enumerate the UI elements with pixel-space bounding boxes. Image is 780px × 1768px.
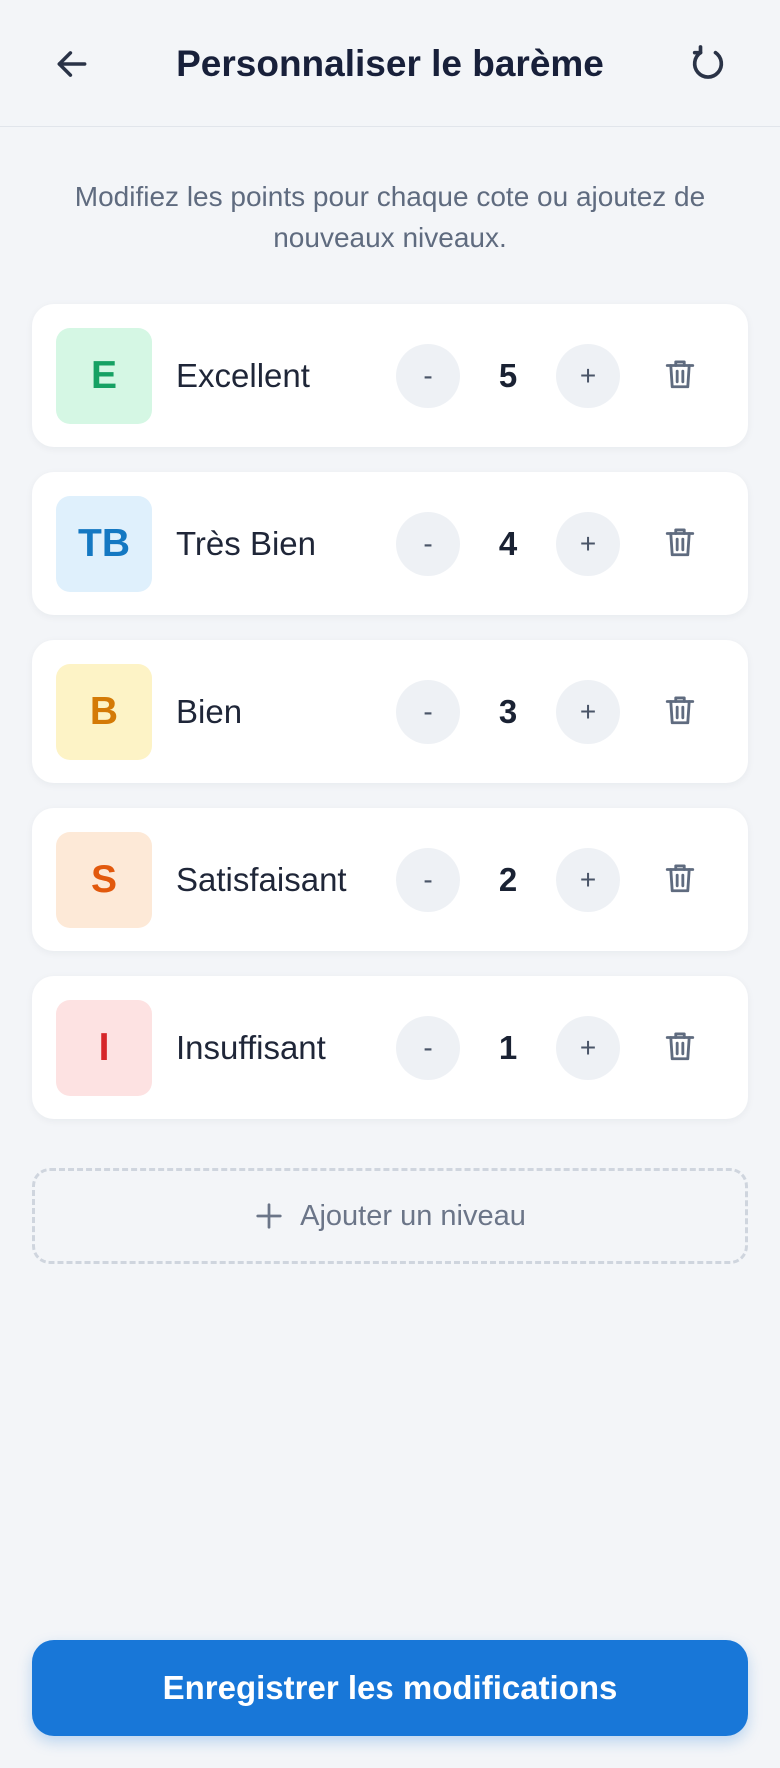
level-badge: S <box>56 832 152 928</box>
decrease-points-button[interactable]: - <box>396 848 460 912</box>
levels-list: E Excellent - 5 + TB Très Bien - 4 + B Bien - 3 + S Sati… <box>32 304 748 1144</box>
instructions-text: Modifiez les points pour chaque cote ou … <box>74 181 706 253</box>
level-name: Insuffisant <box>176 1029 326 1066</box>
level-badge: E <box>56 328 152 424</box>
trash-icon <box>663 1029 697 1068</box>
plus-icon <box>256 1203 282 1229</box>
delete-level-button[interactable] <box>652 516 708 572</box>
increase-points-button[interactable]: + <box>556 1016 620 1080</box>
trash-icon <box>663 357 697 396</box>
delete-level-button[interactable] <box>652 852 708 908</box>
level-name: Excellent <box>176 357 310 394</box>
points-value: 1 <box>498 1029 518 1066</box>
level-card: B Bien - 3 + <box>32 640 748 783</box>
level-badge: TB <box>56 496 152 592</box>
delete-level-button[interactable] <box>652 1020 708 1076</box>
trash-icon <box>663 861 697 900</box>
increase-points-button[interactable]: + <box>556 848 620 912</box>
decrease-points-button[interactable]: - <box>396 344 460 408</box>
points-value: 3 <box>498 693 518 730</box>
level-badge: B <box>56 664 152 760</box>
trash-icon <box>663 693 697 732</box>
decrease-points-button[interactable]: - <box>396 512 460 576</box>
points-value: 4 <box>498 525 518 562</box>
level-name: Satisfaisant <box>176 861 347 898</box>
points-value: 2 <box>498 861 518 898</box>
page-title: Personnaliser le barème <box>176 43 604 84</box>
decrease-points-button[interactable]: - <box>396 1016 460 1080</box>
add-level-button[interactable]: Ajouter un niveau <box>32 1168 748 1264</box>
app-header: Personnaliser le barème <box>0 0 780 127</box>
increase-points-button[interactable]: + <box>556 512 620 576</box>
level-name: Très Bien <box>176 525 316 562</box>
add-level-label: Ajouter un niveau <box>300 1199 526 1232</box>
level-card: E Excellent - 5 + <box>32 304 748 447</box>
increase-points-button[interactable]: + <box>556 680 620 744</box>
trash-icon <box>663 525 697 564</box>
delete-level-button[interactable] <box>652 348 708 404</box>
delete-level-button[interactable] <box>652 684 708 740</box>
level-name: Bien <box>176 693 243 730</box>
level-badge: I <box>56 1000 152 1096</box>
reset-button[interactable] <box>684 40 732 88</box>
level-card: S Satisfaisant - 2 + <box>32 808 748 951</box>
level-card: TB Très Bien - 4 + <box>32 472 748 615</box>
increase-points-button[interactable]: + <box>556 344 620 408</box>
refresh-icon <box>692 45 724 79</box>
save-changes-button[interactable]: Enregistrer les modifications <box>32 1640 748 1736</box>
decrease-points-button[interactable]: - <box>396 680 460 744</box>
points-value: 5 <box>498 357 518 394</box>
level-card: I Insuffisant - 1 + <box>32 976 748 1119</box>
